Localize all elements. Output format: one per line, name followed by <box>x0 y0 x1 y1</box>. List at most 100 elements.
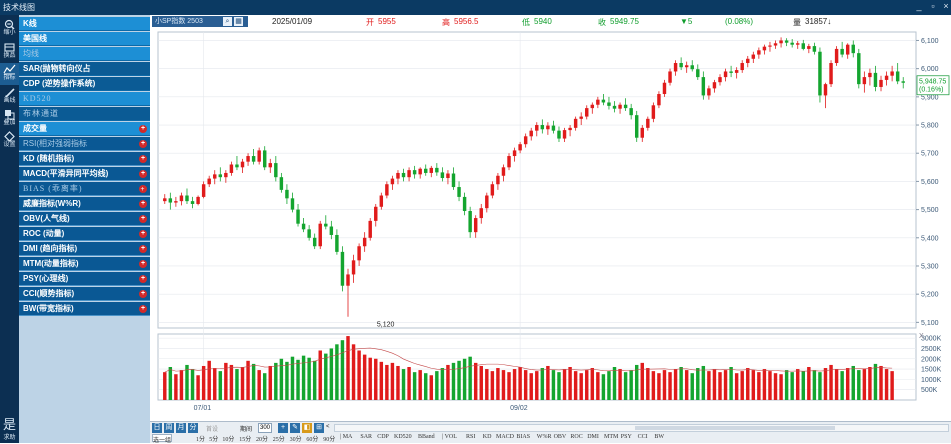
period-option[interactable]: | MA <box>340 434 352 440</box>
menu-item-3[interactable]: SAR(抛物转向仪占 <box>19 62 150 76</box>
minute-button[interactable]: 分 <box>188 423 198 433</box>
period-option[interactable]: PSY <box>621 434 632 440</box>
close-panel-icon[interactable]: X <box>919 333 924 340</box>
add-indicator-icon[interactable]: + <box>139 230 147 238</box>
add-indicator-icon[interactable]: + <box>139 260 147 268</box>
period-option[interactable]: ROC <box>570 434 582 440</box>
candle-body <box>257 150 261 162</box>
close-button[interactable]: × <box>940 1 951 13</box>
maximize-button[interactable]: ▫ <box>927 1 939 13</box>
add-indicator-icon[interactable]: + <box>139 275 147 283</box>
period-option[interactable]: 15分 <box>239 434 251 443</box>
candle-body <box>840 48 844 55</box>
candle-body <box>446 173 450 179</box>
color-button[interactable]: ◧ <box>302 423 312 433</box>
symbol-selector[interactable]: 小SP指数 2503 ⌕ ▦ <box>152 16 248 27</box>
menu-item-19[interactable]: BW(带宽指标) + <box>19 302 150 316</box>
add-indicator-icon[interactable]: + <box>139 125 147 133</box>
period-option[interactable]: 1分 <box>196 434 205 443</box>
minimize-button[interactable]: _ <box>913 1 925 13</box>
period-option[interactable]: MTM <box>604 434 618 440</box>
search-icon[interactable]: ⌕ <box>223 17 232 26</box>
period-option[interactable]: 90分 <box>323 434 335 443</box>
switch-product-button[interactable]: 换品 <box>0 41 19 63</box>
add-indicator-icon[interactable]: + <box>139 155 147 163</box>
calendar-icon[interactable]: ▦ <box>234 17 243 26</box>
add-indicator-icon[interactable]: + <box>139 290 147 298</box>
menu-item-18[interactable]: CCI(顺势指标) + <box>19 287 150 301</box>
candle-body <box>262 150 267 168</box>
add-indicator-icon[interactable]: + <box>139 245 147 253</box>
period-option[interactable]: DMI <box>587 434 599 440</box>
period-option[interactable]: CCI <box>638 434 648 440</box>
scrollbar-thumb[interactable] <box>635 426 835 430</box>
first-set-button[interactable]: 首设 <box>206 424 218 433</box>
period-option[interactable]: 30分 <box>290 434 302 443</box>
period-option[interactable]: MACD <box>496 434 514 440</box>
menu-item-2[interactable]: 均线 <box>19 47 150 61</box>
add-indicator-icon[interactable]: + <box>139 140 147 148</box>
menu-item-5[interactable]: KD520 <box>19 92 150 106</box>
candle-body <box>274 163 278 178</box>
period-option[interactable]: W%R <box>537 434 552 440</box>
menu-item-13[interactable]: OBV(人气线) + <box>19 212 150 226</box>
candle-body <box>829 63 833 85</box>
period-option[interactable]: 60分 <box>306 434 318 443</box>
menu-item-11[interactable]: BIAS (乖离率) + <box>19 182 150 196</box>
add-indicator-icon[interactable]: + <box>139 170 147 178</box>
settings-button[interactable]: 设置 <box>0 130 19 152</box>
volume-bar <box>690 373 694 400</box>
menu-item-14[interactable]: ROC (动量) + <box>19 227 150 241</box>
period-option[interactable]: OBV <box>554 434 567 440</box>
help-button[interactable]: 是 求助 <box>0 418 19 442</box>
price-chart[interactable]: 5,100 5,200 5,300 5,400 5,500 5,600 5,700 5,800… <box>150 28 951 421</box>
draw-line-label: 画线 <box>3 98 16 104</box>
overlay-button[interactable]: 叠加 <box>0 108 19 130</box>
draw-line-button[interactable]: 画线 <box>0 86 19 108</box>
period-option[interactable]: 25分 <box>273 434 285 443</box>
period-option[interactable]: RSI <box>466 434 475 440</box>
add-indicator-icon[interactable]: + <box>139 185 147 193</box>
period-option[interactable]: 10分 <box>222 434 234 443</box>
period-option[interactable]: BIAS <box>516 434 530 440</box>
menu-item-6[interactable]: 布林通道 <box>19 107 150 121</box>
menu-item-16[interactable]: MTM(动量指标) + <box>19 257 150 271</box>
indicator-button[interactable]: 指标 <box>0 63 19 85</box>
period-option[interactable]: BBand <box>418 434 435 440</box>
period-option[interactable]: BW <box>654 434 664 440</box>
menu-item-9[interactable]: KD (随机指标) + <box>19 152 150 166</box>
menu-item-0[interactable]: K线 <box>19 17 150 31</box>
menu-item-4[interactable]: CDP (逆势操作系统) <box>19 77 150 91</box>
day-button[interactable]: 日 <box>152 423 162 433</box>
period-option[interactable]: SAR <box>360 434 372 440</box>
period-option[interactable]: | VOL <box>442 434 457 440</box>
add-indicator-icon[interactable]: + <box>139 305 147 313</box>
month-button[interactable]: 月 <box>176 423 186 433</box>
period-option[interactable]: 20分 <box>256 434 268 443</box>
add-indicator-icon[interactable]: + <box>139 215 147 223</box>
period-option[interactable]: KD520 <box>394 434 412 440</box>
pen-button[interactable]: ✎ <box>290 423 300 433</box>
menu-item-17[interactable]: PSY(心理线) + <box>19 272 150 286</box>
scroll-left-icon[interactable]: < <box>326 424 330 430</box>
volume-bar <box>568 367 572 400</box>
menu-item-10[interactable]: MACD(平滑异同平均线) + <box>19 167 150 181</box>
period-option[interactable]: KD <box>483 434 492 440</box>
period-input[interactable]: 300 <box>258 423 272 433</box>
chart-scrollbar[interactable] <box>334 424 949 432</box>
zoom-out-button[interactable]: 缩小 <box>0 18 19 40</box>
period-option[interactable]: 5分 <box>209 434 218 443</box>
menu-item-7[interactable]: 成交量 + <box>19 122 150 136</box>
menu-item-15[interactable]: DMI (趋向指标) + <box>19 242 150 256</box>
add-indicator-icon[interactable]: + <box>139 200 147 208</box>
week-button[interactable]: 周 <box>164 423 174 433</box>
layout-button[interactable]: ⊞ <box>314 423 324 433</box>
open-label: 开 <box>366 18 374 27</box>
period-option[interactable]: CDP <box>377 434 389 440</box>
candle-body <box>312 237 317 247</box>
menu-item-12[interactable]: 威廉指标(W%R) + <box>19 197 150 211</box>
zoom-in-button[interactable]: + <box>278 423 288 433</box>
period-select[interactable]: 选一组 <box>152 434 173 444</box>
menu-item-1[interactable]: 美国线 <box>19 32 150 46</box>
menu-item-8[interactable]: RSI(相对强弱指标 + <box>19 137 150 151</box>
